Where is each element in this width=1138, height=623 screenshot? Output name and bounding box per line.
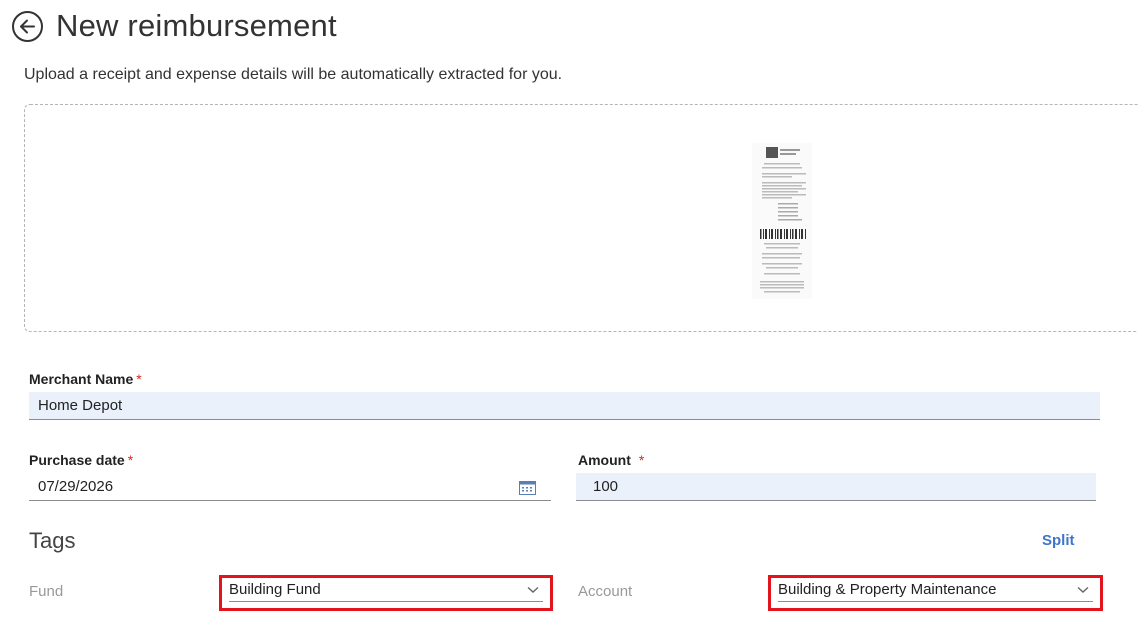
back-button[interactable]: [12, 10, 43, 42]
merchant-name-value: Home Depot: [38, 397, 123, 414]
arrow-left-circle-icon: [20, 19, 35, 33]
purchase-date-label: Purchase date *: [29, 452, 133, 468]
fund-select-value: Building Fund: [229, 581, 321, 598]
upload-instructions: Upload a receipt and expense details wil…: [24, 66, 563, 83]
required-indicator: *: [638, 452, 645, 468]
fund-select[interactable]: Building Fund: [219, 575, 553, 611]
split-link[interactable]: Split: [1042, 532, 1075, 549]
account-select-value: Building & Property Maintenance: [778, 581, 997, 598]
fund-label: Fund: [29, 583, 64, 600]
chevron-down-icon: [1077, 586, 1089, 593]
fund-select-field[interactable]: Building Fund: [229, 578, 543, 602]
amount-label: Amount *: [578, 452, 644, 468]
amount-value: 100: [593, 478, 619, 495]
merchant-name-input[interactable]: Home Depot: [29, 392, 1100, 420]
calendar-icon[interactable]: [519, 480, 536, 495]
receipt-dropzone[interactable]: [24, 104, 1138, 332]
purchase-date-value: 07/29/2026: [38, 478, 114, 495]
purchase-date-input[interactable]: 07/29/2026: [29, 473, 551, 501]
page-header: New reimbursement: [12, 8, 337, 44]
merchant-name-label-text: Merchant Name: [29, 371, 134, 387]
amount-input[interactable]: 100: [576, 473, 1096, 501]
chevron-down-icon: [527, 586, 539, 593]
account-select[interactable]: Building & Property Maintenance: [768, 575, 1103, 611]
account-label: Account: [578, 583, 633, 600]
page-title: New reimbursement: [56, 8, 337, 43]
required-indicator: *: [127, 452, 134, 468]
required-indicator: *: [136, 371, 142, 387]
tags-heading: Tags: [29, 528, 76, 553]
amount-label-text: Amount: [578, 452, 631, 468]
purchase-date-label-text: Purchase date: [29, 452, 125, 468]
merchant-name-label: Merchant Name *: [29, 371, 142, 387]
receipt-thumbnail[interactable]: [752, 143, 812, 299]
account-select-field[interactable]: Building & Property Maintenance: [778, 578, 1093, 602]
